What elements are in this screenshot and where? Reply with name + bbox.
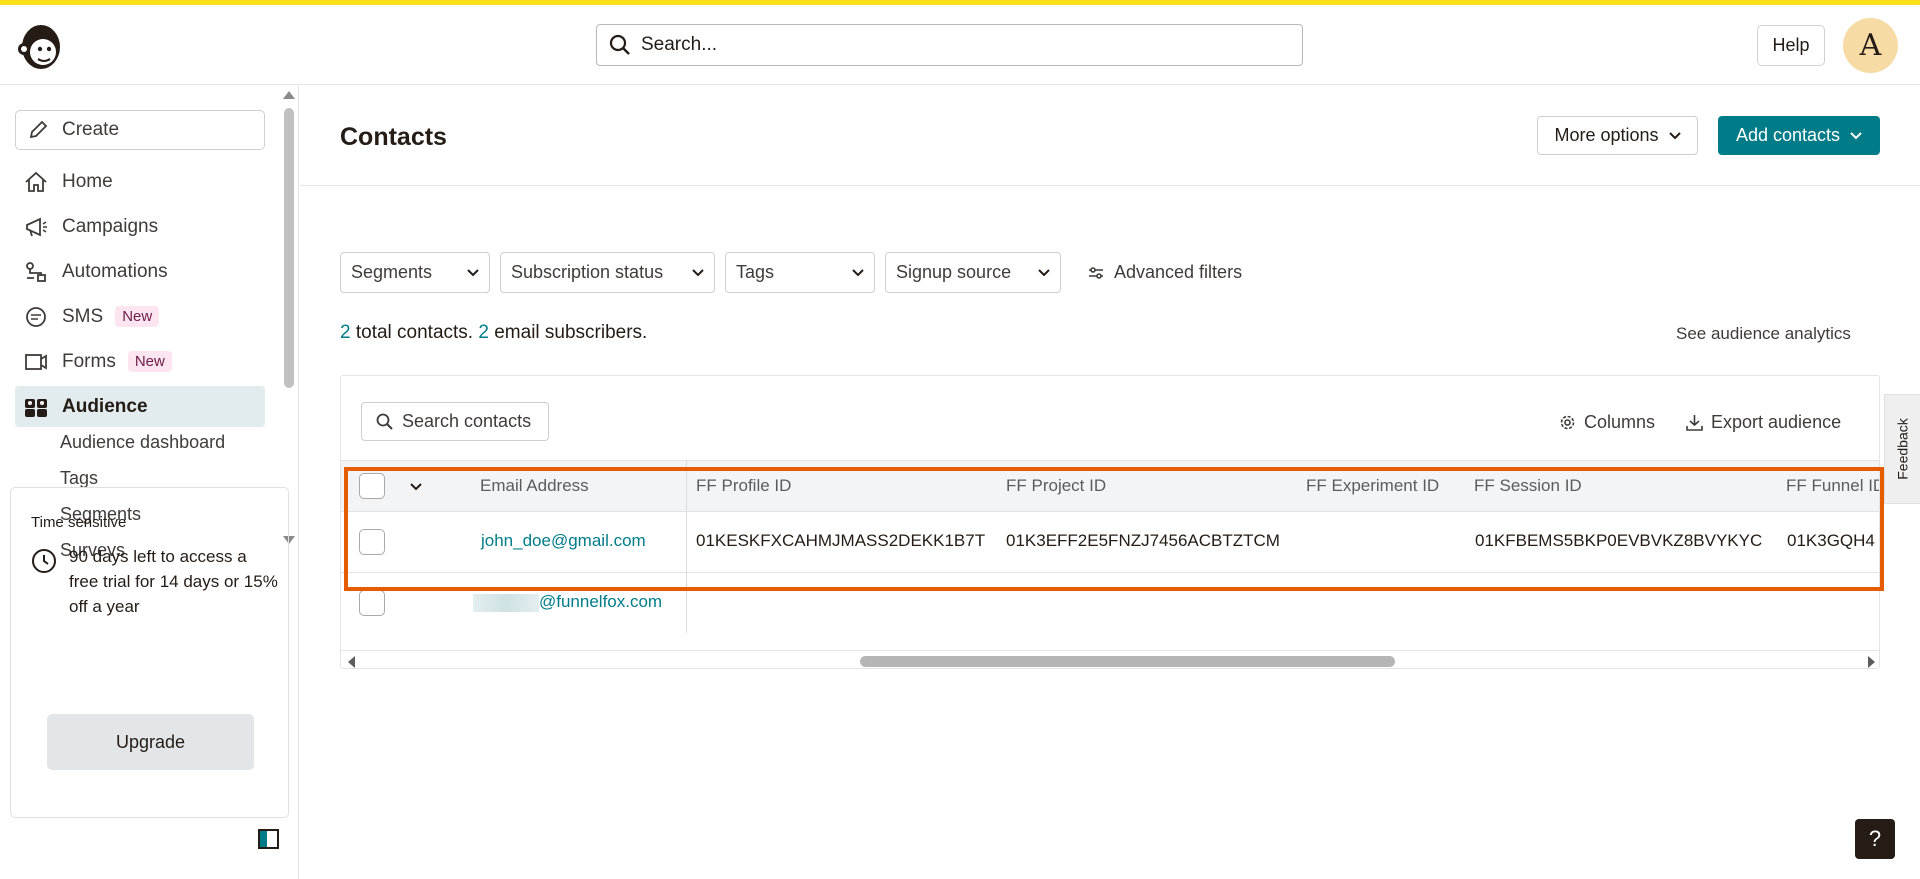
search-icon (609, 34, 630, 55)
sidebar-item-label: Campaigns (62, 215, 159, 237)
feedback-label: Feedback (1894, 418, 1911, 480)
sidebar-item-label: Home (62, 170, 113, 192)
email-subscribers-count[interactable]: 2 (478, 322, 489, 343)
filter-label: Subscription status (511, 262, 664, 282)
export-audience-label: Export audience (1711, 412, 1842, 432)
total-contacts-count[interactable]: 2 (340, 322, 351, 343)
columns-button[interactable]: Columns (1559, 412, 1655, 433)
pencil-icon (29, 120, 48, 139)
columns-label: Columns (1584, 412, 1656, 432)
chevron-down-icon (1850, 131, 1862, 139)
sidebar-nav: Create Home Campaigns Automations SMS Ne… (0, 86, 282, 556)
user-avatar[interactable]: A (1843, 18, 1898, 73)
redacted-email-prefix (473, 594, 539, 612)
download-icon (1686, 415, 1703, 431)
sidebar-subitem-tags[interactable]: Tags (60, 468, 98, 489)
sidebar-subitem-audience-dashboard[interactable]: Audience dashboard (60, 432, 225, 453)
chevron-down-icon (852, 268, 864, 276)
filter-tags[interactable]: Tags (725, 252, 875, 293)
trial-text: 90 days left to access a free trial for … (69, 547, 278, 616)
total-contacts-text: total contacts. (350, 322, 479, 343)
page-title: Contacts (340, 123, 447, 151)
sidebar-item-automations[interactable]: Automations (15, 251, 265, 292)
chat-icon (26, 306, 46, 327)
search-contacts-button[interactable]: Search contacts (361, 402, 549, 441)
row-checkbox[interactable] (359, 590, 385, 616)
advanced-filters-label: Advanced filters (1114, 262, 1243, 282)
sliders-icon (1089, 266, 1103, 279)
highlight-annotation-box (344, 467, 1884, 591)
chevron-down-icon (1038, 268, 1050, 276)
add-contacts-button[interactable]: Add contacts (1718, 116, 1880, 155)
trial-label: Time sensitive (31, 514, 127, 531)
clock-icon (31, 548, 57, 579)
chevron-down-icon (467, 268, 479, 276)
chevron-down-icon (1668, 131, 1681, 139)
export-audience-button[interactable]: Export audience (1686, 412, 1841, 433)
sidebar-item-audience[interactable]: Audience (15, 386, 265, 427)
new-badge: New (127, 351, 172, 372)
home-icon (25, 171, 47, 192)
sidebar-item-campaigns[interactable]: Campaigns (15, 206, 265, 247)
help-question-button[interactable]: ? (1855, 819, 1895, 859)
search-icon (376, 413, 393, 430)
sidebar-item-label: SMS (62, 305, 104, 327)
collapse-sidebar-icon[interactable] (258, 829, 279, 849)
sidebar-item-label: Automations (62, 260, 168, 282)
add-contacts-label: Add contacts (1735, 125, 1841, 145)
help-button[interactable]: Help (1757, 25, 1825, 66)
sidebar-item-label: Forms (62, 350, 116, 372)
forms-icon (25, 353, 47, 370)
more-options-label: More options (1554, 125, 1659, 145)
filter-label: Tags (736, 262, 775, 282)
filter-segments[interactable]: Segments (340, 252, 490, 293)
filter-signup-source[interactable]: Signup source (885, 252, 1061, 293)
gear-icon (1560, 415, 1575, 430)
header-divider (300, 185, 1920, 186)
sidebar: Create Home Campaigns Automations SMS Ne… (0, 86, 299, 879)
sidebar-item-forms[interactable]: Forms New (15, 341, 265, 382)
mailchimp-logo-icon[interactable] (16, 19, 66, 73)
create-label: Create (62, 119, 120, 140)
upgrade-button[interactable]: Upgrade (47, 714, 254, 770)
sidebar-item-home[interactable]: Home (15, 161, 265, 202)
audience-icon (25, 398, 47, 417)
advanced-filters-button[interactable]: Advanced filters (1088, 252, 1242, 293)
sidebar-item-sms[interactable]: SMS New (15, 296, 265, 337)
sidebar-scrollbar-thumb[interactable] (284, 108, 294, 388)
global-search-placeholder: Search... (641, 34, 718, 55)
search-contacts-label: Search contacts (402, 411, 532, 431)
global-search-input[interactable]: Search... (596, 24, 1303, 66)
automations-icon (26, 261, 46, 282)
audience-analytics-link[interactable]: See audience analytics (1676, 324, 1851, 344)
sidebar-item-label: Audience (62, 395, 148, 417)
megaphone-icon (26, 217, 47, 236)
filter-subscription-status[interactable]: Subscription status (500, 252, 715, 293)
email-subscribers-text: email subscribers. (488, 322, 648, 343)
more-options-button[interactable]: More options (1537, 116, 1698, 155)
scroll-right-arrow-icon[interactable] (1868, 656, 1875, 668)
contact-totals: 2 total contacts. 2 email subscribers. (340, 322, 647, 344)
contact-email-link[interactable]: @funnelfox.com (539, 592, 662, 612)
trial-card: Time sensitive 90 days left to access a … (10, 487, 289, 818)
scroll-up-arrow-icon[interactable] (283, 91, 295, 99)
table-horizontal-scrollbar[interactable] (341, 650, 1879, 668)
new-badge: New (115, 306, 160, 327)
table-scrollbar-thumb[interactable] (860, 656, 1395, 667)
filter-label: Segments (351, 262, 433, 282)
create-button[interactable]: Create (15, 110, 265, 150)
top-bar: Search... Help A (0, 5, 1920, 85)
feedback-tab[interactable]: Feedback (1884, 394, 1920, 504)
scroll-left-arrow-icon[interactable] (348, 656, 355, 668)
chevron-down-icon (692, 268, 704, 276)
filter-label: Signup source (896, 262, 1012, 282)
